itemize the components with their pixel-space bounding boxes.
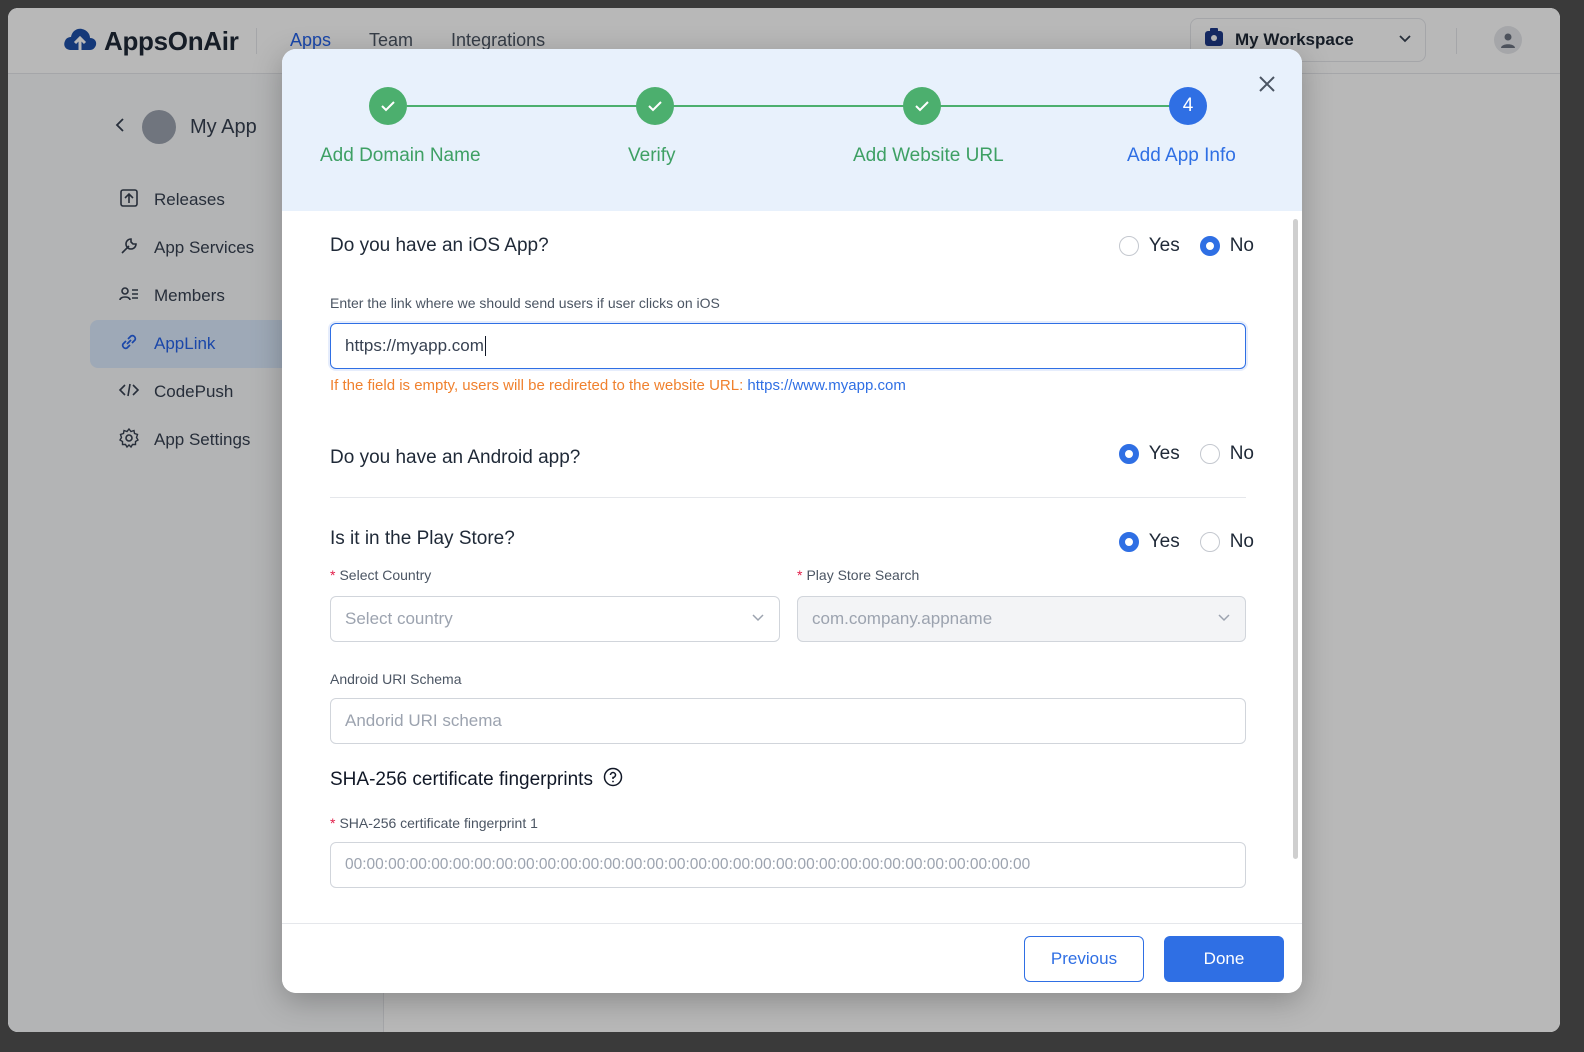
ios-no-radio[interactable]: No <box>1199 235 1254 257</box>
ios-link-label: Enter the link where we should send user… <box>330 295 720 311</box>
modal-body: Do you have an iOS App? Yes No Enter the… <box>282 211 1290 923</box>
ios-question: Do you have an iOS App? <box>330 235 549 256</box>
done-button[interactable]: Done <box>1164 936 1284 982</box>
modal-footer: Previous Done <box>282 923 1302 993</box>
play-store-search-label: * Play Store Search <box>797 567 919 583</box>
stepper-header: 4 Add Domain Name Verify Add Website URL… <box>282 49 1302 211</box>
close-button[interactable] <box>1254 71 1280 97</box>
sha-section-title-text: SHA-256 certificate fingerprints <box>330 769 593 790</box>
close-icon <box>1259 76 1275 92</box>
play-store-question-row: Is it in the Play Store? Yes No <box>330 528 1254 553</box>
sha-section-title: SHA-256 certificate fingerprints <box>330 767 623 793</box>
country-placeholder: Select country <box>345 609 453 628</box>
android-question-row: Do you have an Android app? Yes No <box>330 439 1254 469</box>
sha-field-label-text: SHA-256 certificate fingerprint 1 <box>339 815 538 831</box>
ios-link-value: https://myapp.com <box>345 336 484 355</box>
step-4-number: 4 <box>1169 87 1207 125</box>
android-radio-group: Yes No <box>1118 443 1254 465</box>
sha-placeholder: 00:00:00:00:00:00:00:00:00:00:00:00:00:0… <box>345 856 1031 873</box>
check-icon <box>915 101 929 112</box>
radio-icon <box>1118 532 1139 552</box>
step-3-check <box>903 87 941 125</box>
step-label-domain: Add Domain Name <box>320 145 481 166</box>
add-app-info-modal: 4 Add Domain Name Verify Add Website URL… <box>282 49 1302 993</box>
step-label-verify: Verify <box>628 145 676 166</box>
play-store-yes-radio[interactable]: Yes <box>1118 531 1180 553</box>
step-2-check <box>636 87 674 125</box>
chevron-down-icon <box>1217 609 1231 629</box>
ios-question-row: Do you have an iOS App? Yes No <box>330 235 1254 257</box>
required-marker: * <box>330 567 336 583</box>
radio-icon <box>1118 444 1139 464</box>
check-icon <box>648 101 662 112</box>
play-store-radio-group: Yes No <box>1118 531 1254 553</box>
play-store-search-placeholder: com.company.appname <box>812 609 993 628</box>
radio-icon <box>1199 236 1220 256</box>
required-marker: * <box>330 815 336 831</box>
chevron-down-icon <box>751 609 765 629</box>
play-store-question: Is it in the Play Store? <box>330 528 515 549</box>
help-circle-icon[interactable] <box>603 767 623 793</box>
sha-field-label: * SHA-256 certificate fingerprint 1 <box>330 815 538 831</box>
radio-label: Yes <box>1148 531 1180 552</box>
ios-link-input[interactable]: https://myapp.com <box>330 323 1246 369</box>
ios-radio-group: Yes No <box>1118 235 1254 257</box>
play-store-search-select[interactable]: com.company.appname <box>797 596 1246 642</box>
check-icon <box>381 101 395 112</box>
required-marker: * <box>797 567 803 583</box>
step-1-check <box>369 87 407 125</box>
section-divider <box>330 497 1246 498</box>
uri-schema-placeholder: Andorid URI schema <box>345 711 502 730</box>
scrollbar[interactable] <box>1293 219 1298 859</box>
radio-icon <box>1118 236 1139 256</box>
country-label-text: Select Country <box>339 567 432 583</box>
android-question: Do you have an Android app? <box>330 447 581 468</box>
radio-icon <box>1199 444 1220 464</box>
radio-label: No <box>1229 443 1254 464</box>
previous-button[interactable]: Previous <box>1024 936 1144 982</box>
sha-fingerprint-input[interactable]: 00:00:00:00:00:00:00:00:00:00:00:00:00:0… <box>330 842 1246 888</box>
text-caret <box>484 336 486 356</box>
country-label: * Select Country <box>330 567 431 583</box>
radio-label: Yes <box>1148 443 1180 464</box>
country-select[interactable]: Select country <box>330 596 780 642</box>
uri-schema-label: Android URI Schema <box>330 671 462 687</box>
website-url-link[interactable]: https://www.myapp.com <box>747 377 905 394</box>
stepper-line <box>407 105 1199 107</box>
ios-yes-radio[interactable]: Yes <box>1118 235 1180 257</box>
uri-schema-input[interactable]: Andorid URI schema <box>330 698 1246 744</box>
android-no-radio[interactable]: No <box>1199 443 1254 465</box>
step-label-website: Add Website URL <box>853 145 1004 166</box>
play-store-no-radio[interactable]: No <box>1199 531 1254 553</box>
step-label-app-info: Add App Info <box>1127 145 1236 166</box>
ios-hint-text: If the field is empty, users will be red… <box>330 377 744 394</box>
android-yes-radio[interactable]: Yes <box>1118 443 1180 465</box>
radio-label: No <box>1229 235 1254 256</box>
radio-label: Yes <box>1148 235 1180 256</box>
ios-hint: If the field is empty, users will be red… <box>330 377 906 394</box>
radio-label: No <box>1229 531 1254 552</box>
radio-icon <box>1199 532 1220 552</box>
play-store-search-label-text: Play Store Search <box>806 567 920 583</box>
